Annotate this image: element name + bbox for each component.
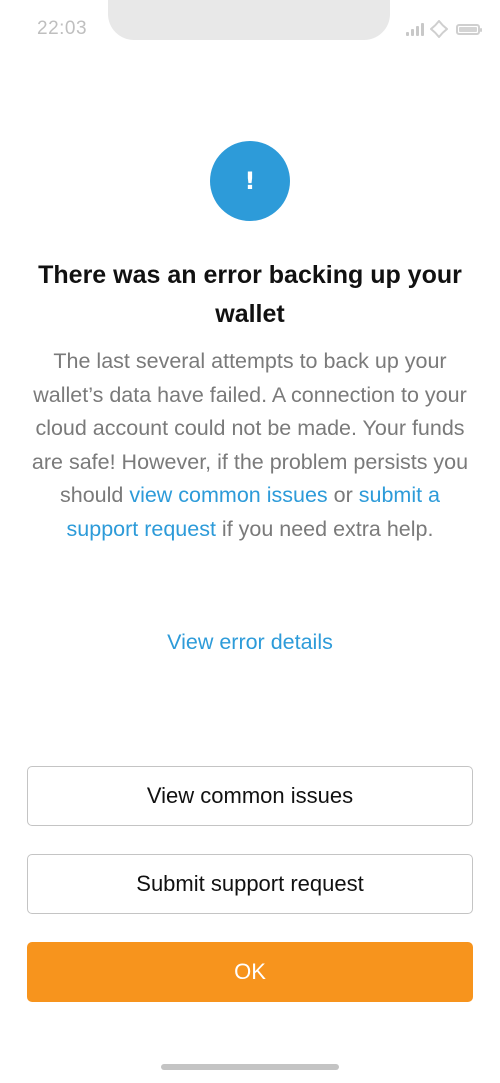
error-details-row: View error details (0, 626, 500, 659)
wifi-icon (430, 20, 448, 38)
submit-support-request-button[interactable]: Submit support request (27, 854, 473, 914)
message-text-after: if you need extra help. (215, 516, 434, 541)
view-common-issues-button[interactable]: View common issues (27, 766, 473, 826)
battery-icon (456, 23, 482, 35)
signal-icon (406, 22, 424, 36)
alert-icon: ! (210, 141, 290, 221)
message-text-between: or (327, 483, 359, 507)
status-icons (406, 20, 482, 38)
status-time: 22:03 (37, 18, 88, 39)
view-error-details-link[interactable]: View error details (167, 630, 333, 654)
view-common-issues-link[interactable]: view common issues (129, 483, 327, 507)
device-notch (108, 0, 390, 40)
home-indicator[interactable] (161, 1064, 339, 1070)
error-title: There was an error backing up your walle… (38, 261, 462, 328)
error-screen: 22:03 ! There was an error backing up yo… (0, 0, 500, 1083)
error-message: The last several attempts to back up you… (30, 345, 470, 546)
exclamation-icon: ! (244, 167, 256, 195)
ok-button[interactable]: OK (27, 942, 473, 1002)
